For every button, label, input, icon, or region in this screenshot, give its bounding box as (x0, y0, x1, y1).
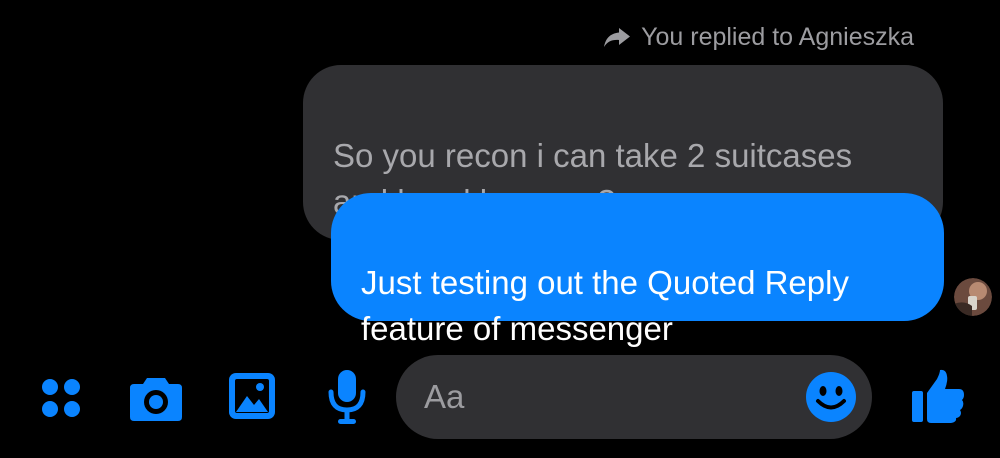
thumbs-up-icon[interactable] (910, 367, 966, 425)
read-receipt-avatar (954, 278, 992, 316)
emoji-icon[interactable] (806, 372, 856, 422)
more-options-icon[interactable] (38, 375, 84, 421)
camera-icon[interactable] (128, 373, 184, 423)
message-input[interactable]: Aa (396, 355, 872, 439)
sent-message-text: Just testing out the Quoted Reply featur… (361, 264, 849, 347)
reply-arrow-icon (603, 26, 631, 48)
message-input-placeholder: Aa (424, 378, 465, 415)
reply-header-text: You replied to Agnieszka (641, 22, 914, 51)
microphone-icon[interactable] (325, 368, 369, 426)
sent-message-bubble[interactable]: Just testing out the Quoted Reply featur… (331, 193, 944, 347)
gallery-icon[interactable] (228, 372, 276, 420)
reply-header: You replied to Agnieszka (603, 20, 914, 54)
